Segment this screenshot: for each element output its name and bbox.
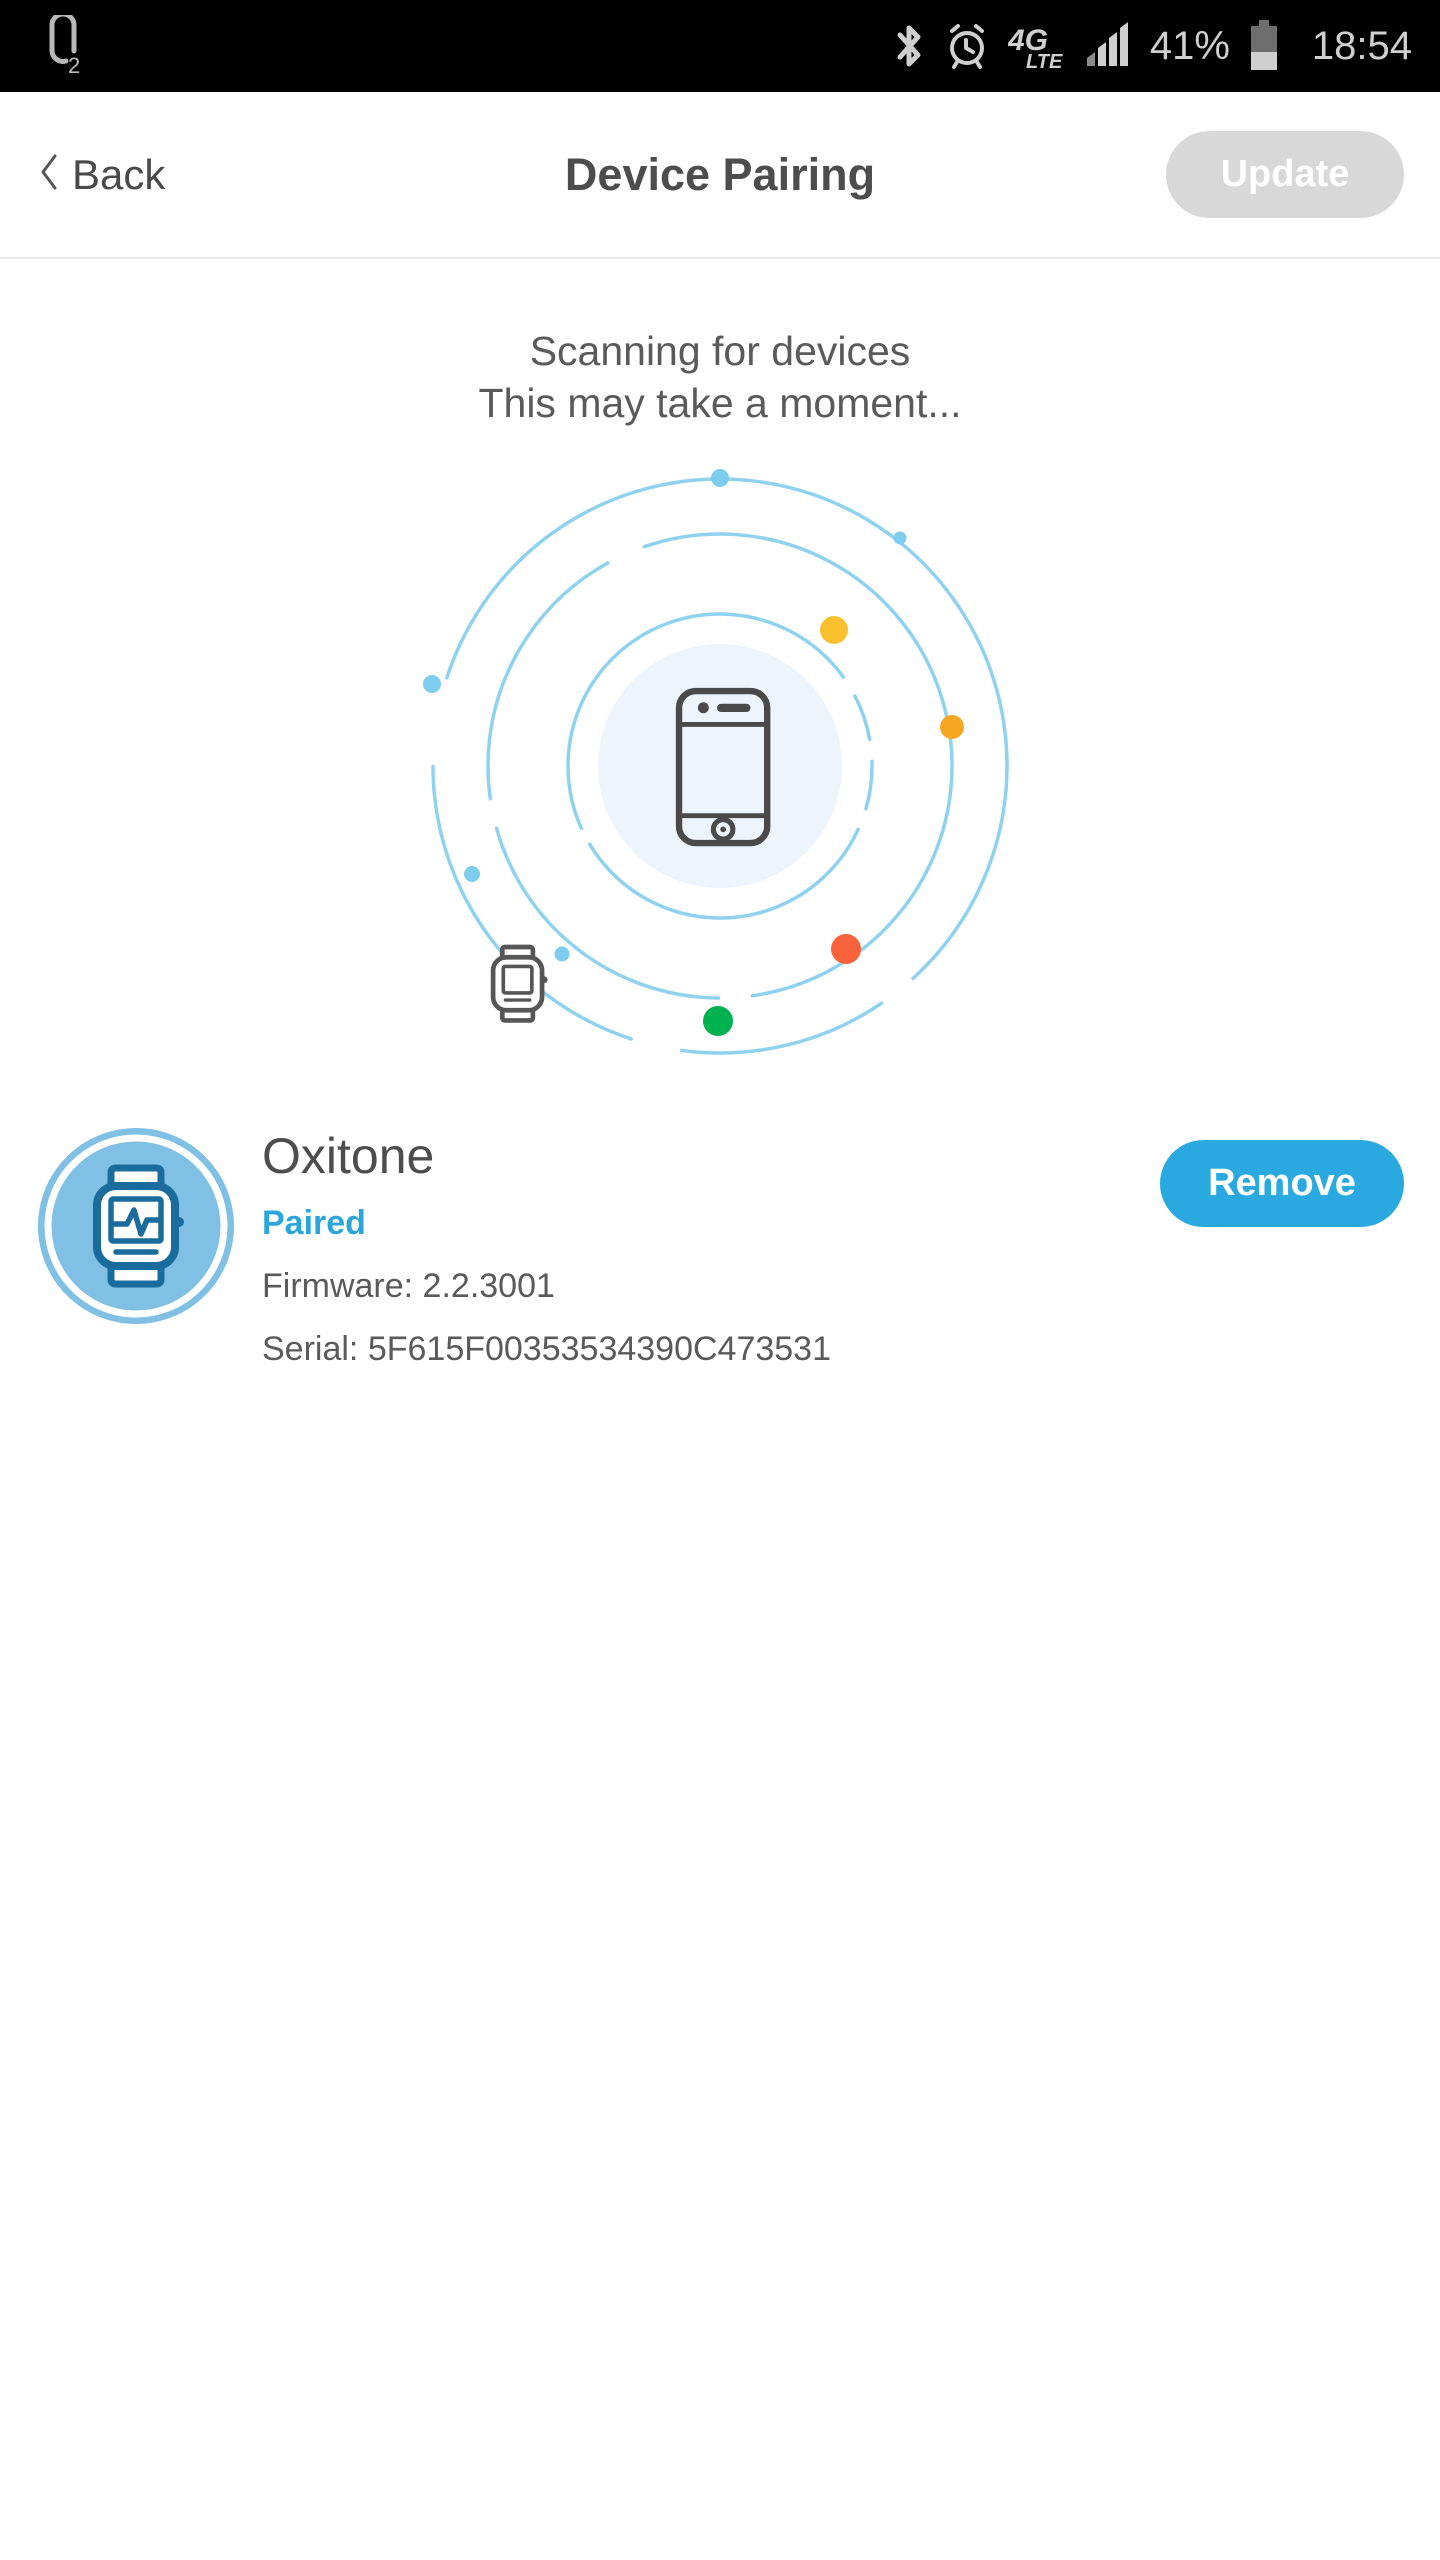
scan-rings-svg (423, 468, 1009, 1055)
status-bar-right: 4G LTE 41% 18:54 (892, 20, 1412, 72)
smartwatch-heartbeat-icon (38, 1127, 234, 1324)
scan-status-line-1: Scanning for devices (529, 328, 911, 374)
status-bar-clock: 18:54 (1311, 23, 1412, 68)
device-list-item[interactable]: Oxitone Paired Firmware: 2.2.3001 Serial… (0, 1118, 1440, 1370)
status-bar: 2 4G LTE 41% 18:54 (0, 0, 1440, 92)
svg-text:LTE: LTE (1026, 51, 1063, 72)
device-firmware-label: Firmware: 2.2.3001 (262, 1267, 555, 1306)
device-avatar (36, 1126, 236, 1326)
smartwatch-icon (490, 944, 548, 1023)
back-button-label: Back (72, 150, 166, 198)
scan-status-line-2: This may take a moment... (478, 380, 962, 427)
update-button[interactable]: Update (1166, 131, 1404, 218)
device-serial-label: Serial: 5F615F00353534390C473531 (262, 1330, 832, 1369)
device-name: Oxitone (262, 1127, 435, 1184)
app-header: Back Device Pairing Update (0, 92, 1440, 259)
remove-device-button[interactable]: Remove (1160, 1139, 1404, 1227)
scan-dot-orange (940, 714, 964, 739)
device-status-badge: Paired (262, 1204, 366, 1243)
scan-dot-light-blue-top (711, 468, 729, 487)
scan-dot-light-blue-watch (554, 946, 570, 962)
alarm-clock-icon (944, 21, 990, 71)
scan-center-disc (598, 643, 842, 888)
status-bar-left: 2 (40, 15, 86, 77)
scan-dot-light-blue-lower-left (464, 865, 480, 882)
scan-dot-green (703, 1005, 733, 1036)
scanning-animation-graphic (0, 456, 1440, 1096)
svg-text:2: 2 (68, 53, 80, 77)
o2-logo-icon: 2 (40, 15, 86, 77)
scan-dot-red (831, 933, 861, 964)
scan-dot-light-blue-left (423, 674, 441, 693)
scan-dot-light-blue-upper-right (893, 531, 907, 545)
bluetooth-icon (892, 21, 926, 71)
signal-bars-icon (1084, 22, 1132, 70)
battery-percent-label: 41% (1149, 23, 1230, 68)
battery-icon (1248, 20, 1280, 72)
network-type-icon: 4G LTE (1008, 20, 1066, 72)
device-info: Oxitone Paired Firmware: 2.2.3001 Serial… (236, 1118, 1160, 1370)
scan-status-text: Scanning for devices This may take a mom… (0, 325, 1440, 430)
chevron-left-icon (38, 152, 60, 197)
back-button[interactable]: Back (38, 151, 165, 199)
scan-dot-yellow (820, 615, 848, 644)
